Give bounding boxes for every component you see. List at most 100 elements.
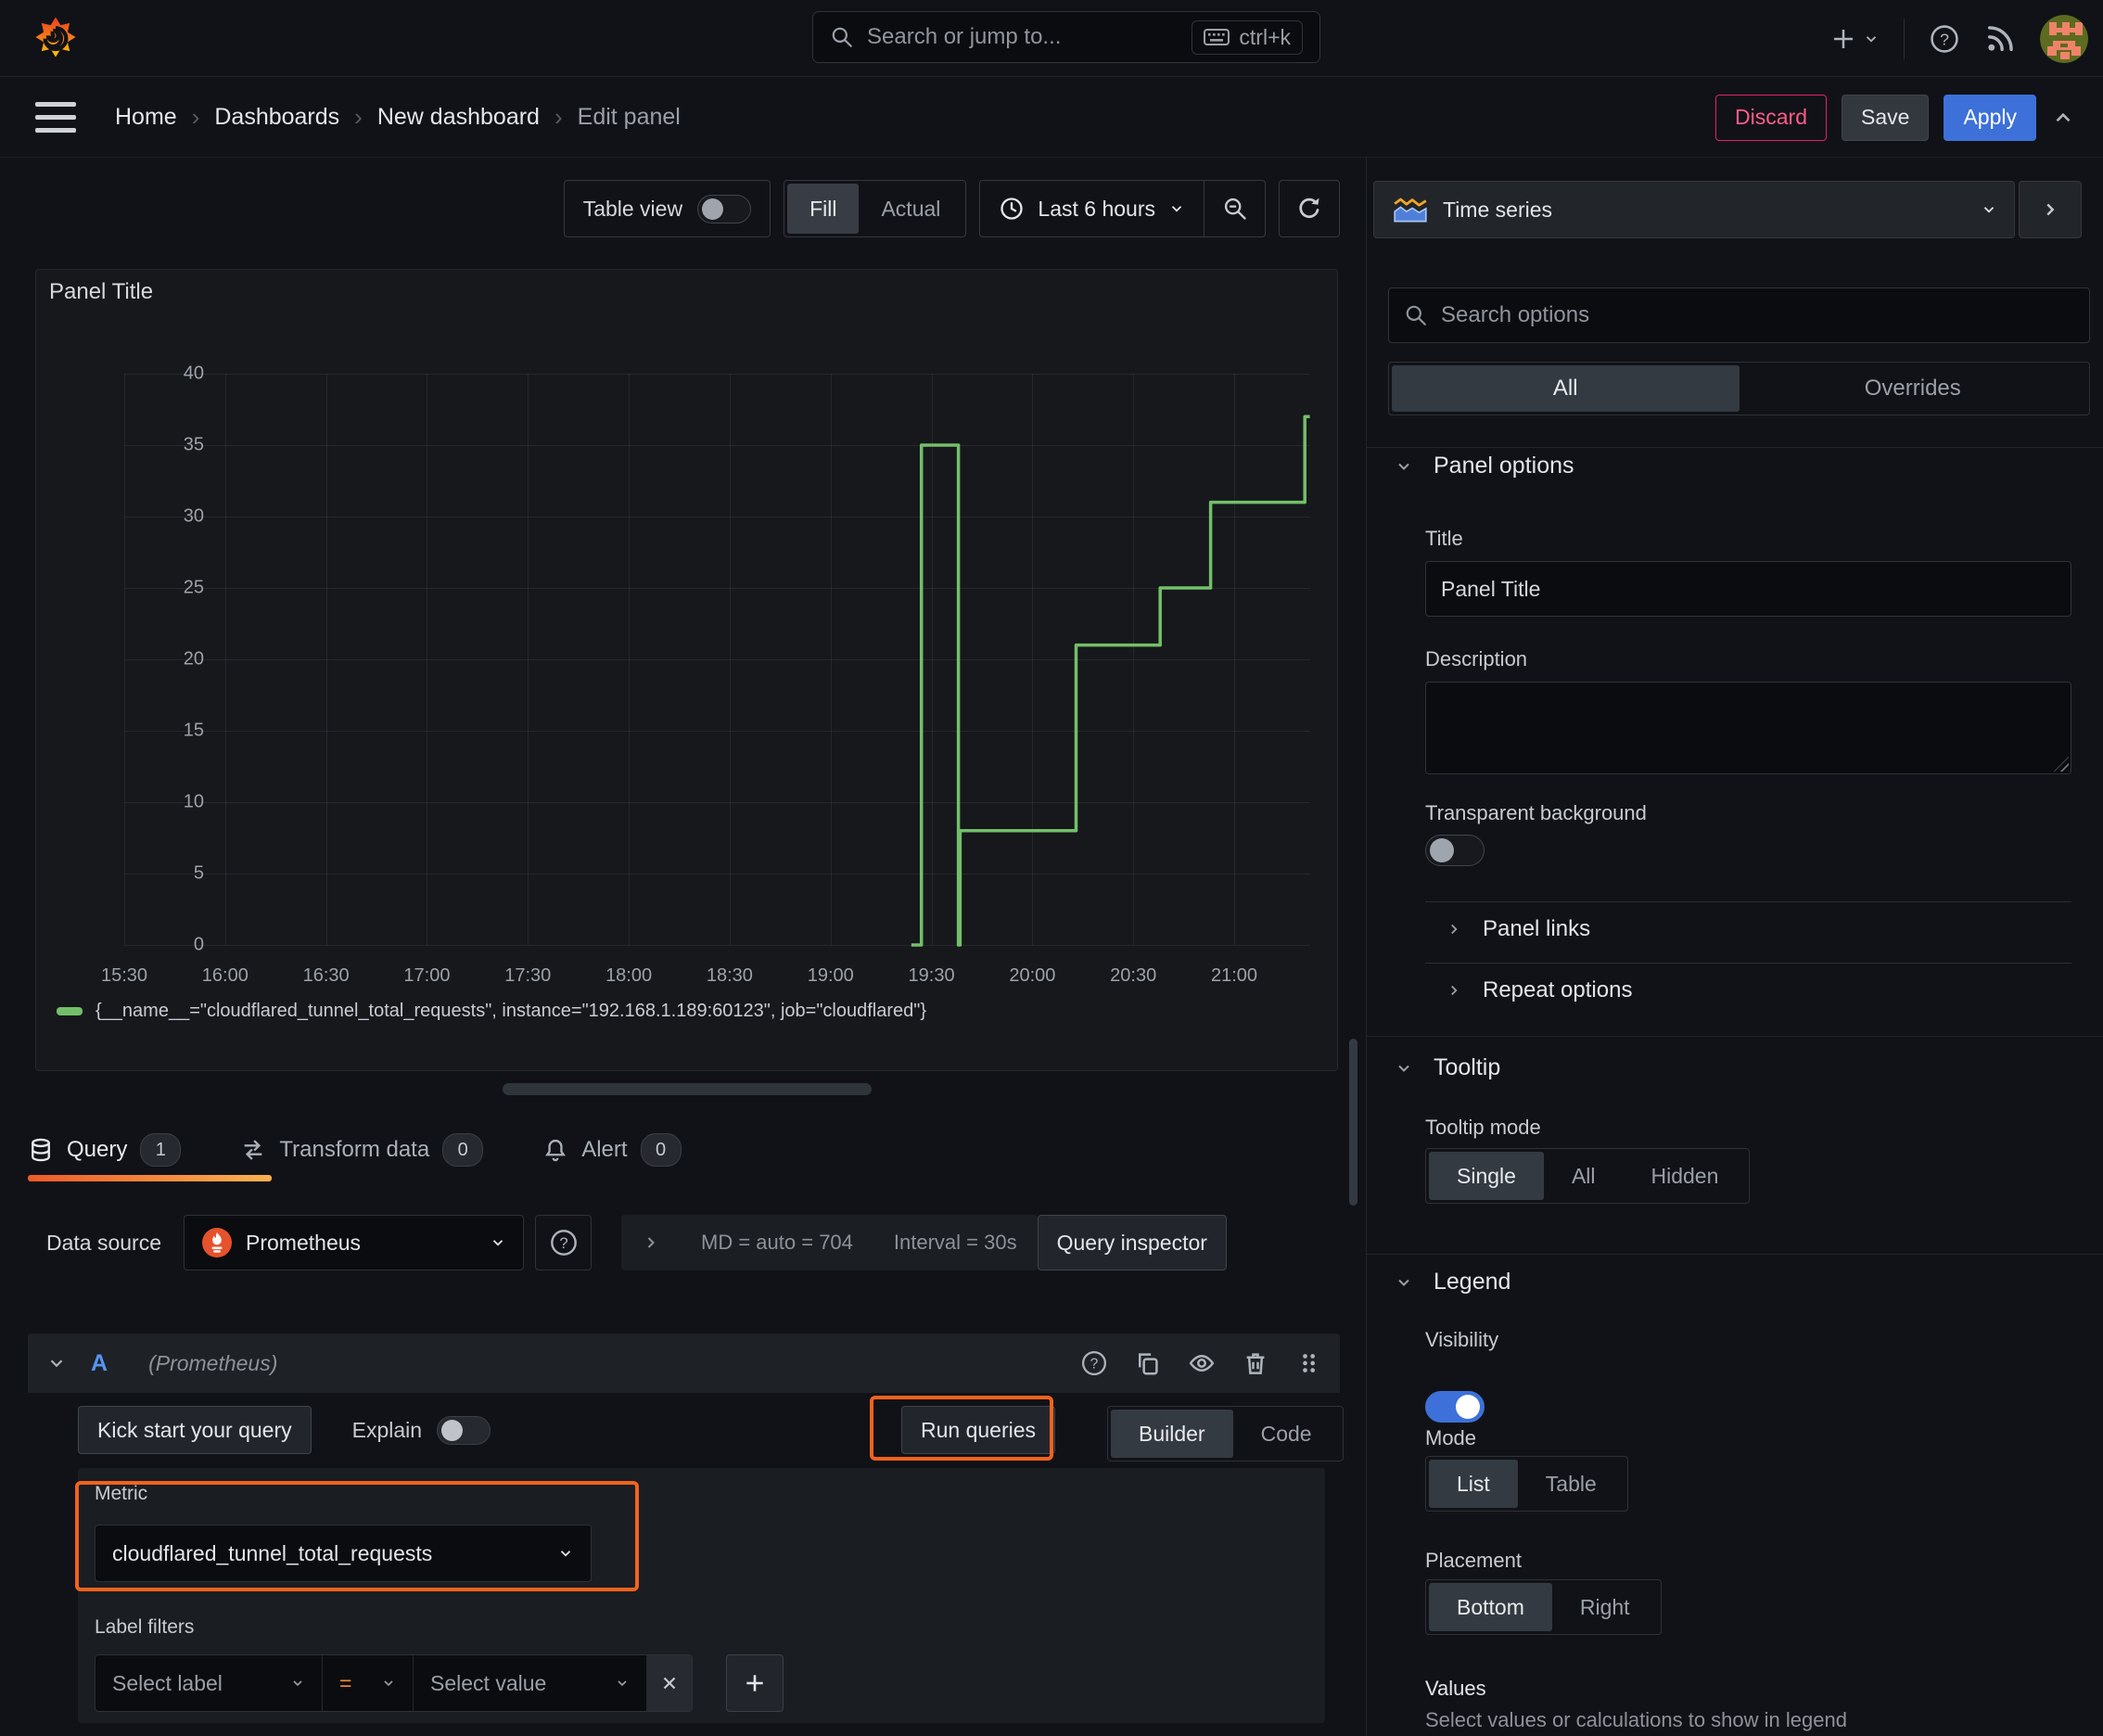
description-textarea[interactable] bbox=[1425, 682, 2071, 774]
refresh-icon bbox=[1299, 198, 1319, 219]
panel-options-section-header[interactable]: Panel options bbox=[1395, 453, 1574, 479]
options-search-input[interactable] bbox=[1441, 302, 2074, 328]
save-button[interactable]: Save bbox=[1842, 94, 1930, 141]
chevron-down-icon bbox=[1398, 1279, 1409, 1286]
panel-links-section-header[interactable]: Panel links bbox=[1446, 916, 1590, 942]
chevron-down-icon bbox=[1171, 206, 1182, 212]
top-nav-actions: ? bbox=[1829, 0, 2088, 77]
new-menu-button[interactable] bbox=[1829, 25, 1880, 53]
toggle-options-pane-button[interactable] bbox=[2019, 181, 2082, 238]
query-inspector-button[interactable]: Query inspector bbox=[1037, 1215, 1227, 1270]
legend-placements-option-bottom[interactable]: Bottom bbox=[1429, 1583, 1552, 1631]
fill-actual-option-actual[interactable]: Actual bbox=[859, 184, 962, 234]
options-filter-tabs: All Overrides bbox=[1388, 362, 2090, 415]
select-value-dropdown[interactable]: Select value bbox=[414, 1655, 647, 1711]
x-axis-tick-label: 21:00 bbox=[1210, 965, 1258, 986]
zoom-out-button[interactable] bbox=[1204, 181, 1265, 236]
grafana-logo-icon[interactable] bbox=[32, 11, 80, 63]
query-options-strip[interactable]: MD = auto = 704 Interval = 30s bbox=[621, 1215, 1038, 1270]
global-search-input[interactable]: Search or jump to... ctrl+k bbox=[812, 11, 1320, 63]
builder-code-option-code[interactable]: Code bbox=[1233, 1410, 1340, 1458]
x-axis-tick-label: 17:00 bbox=[403, 965, 451, 986]
filter-tabs-option-all[interactable]: All bbox=[1392, 365, 1740, 412]
select-label-dropdown[interactable]: Select label bbox=[96, 1655, 323, 1711]
transform-icon bbox=[245, 1140, 262, 1160]
explain-toggle[interactable] bbox=[437, 1415, 491, 1445]
x-axis-tick-label: 20:00 bbox=[1009, 965, 1056, 986]
breadcrumb-item[interactable]: New dashboard bbox=[377, 104, 540, 131]
query-row-header[interactable]: A (Prometheus) ? bbox=[28, 1334, 1340, 1393]
eye-icon bbox=[1189, 1354, 1215, 1372]
breadcrumb-item[interactable]: Home bbox=[115, 104, 177, 131]
keyboard-icon bbox=[1204, 28, 1230, 46]
time-series-plot[interactable]: 0 5 10 15 20 25 30 35 40 15:30 16:00 16:30 17:00 17:3… bbox=[101, 364, 1310, 986]
tab-alert[interactable]: Alert 0 bbox=[542, 1133, 682, 1167]
news-button[interactable] bbox=[1984, 23, 2016, 55]
time-range-label: Last 6 hours bbox=[1038, 196, 1155, 221]
scrollbar-thumb[interactable] bbox=[1349, 1039, 1357, 1206]
menu-toggle-button[interactable] bbox=[35, 102, 76, 133]
legend-placement-label: Placement bbox=[1425, 1549, 1522, 1572]
legend-visibility-toggle[interactable] bbox=[1425, 1391, 1485, 1423]
breadcrumb-bar: Home › Dashboards › New dashboard › Edit panel… bbox=[0, 78, 2103, 158]
tab-transform-data[interactable]: Transform data 0 bbox=[240, 1133, 484, 1167]
help-button[interactable]: ? bbox=[1929, 23, 1960, 55]
collapse-header-button[interactable] bbox=[2051, 106, 2075, 130]
query-row-actions: ? bbox=[1080, 1349, 1321, 1377]
datasource-select[interactable]: Prometheus bbox=[184, 1215, 525, 1270]
legend-placements-option-right[interactable]: Right bbox=[1552, 1583, 1658, 1631]
top-nav: Search or jump to... ctrl+k ? bbox=[0, 0, 2103, 77]
tooltip-modes-option-single[interactable]: Single bbox=[1429, 1152, 1544, 1200]
remove-filter-button[interactable] bbox=[647, 1655, 692, 1711]
panel-title-input[interactable] bbox=[1425, 561, 2071, 617]
chevron-down-icon bbox=[560, 1551, 571, 1557]
x-axis-tick-label: 18:00 bbox=[605, 965, 653, 986]
fill-actual-option-fill[interactable]: Fill bbox=[787, 184, 860, 234]
legend-modes-option-table[interactable]: Table bbox=[1518, 1460, 1625, 1508]
repeat-options-section-header[interactable]: Repeat options bbox=[1446, 977, 1632, 1003]
user-avatar[interactable] bbox=[2040, 14, 2088, 63]
panel-resize-handle[interactable] bbox=[503, 1083, 872, 1095]
operator-dropdown[interactable]: = bbox=[323, 1655, 414, 1711]
datasource-help-button[interactable]: ? bbox=[535, 1215, 593, 1270]
query-help-button[interactable]: ? bbox=[1080, 1349, 1108, 1377]
transparent-background-toggle[interactable] bbox=[1425, 835, 1485, 866]
kickstart-query-button[interactable]: Kick start your query bbox=[78, 1406, 312, 1454]
gridline-y bbox=[124, 945, 1310, 946]
refresh-button[interactable] bbox=[1279, 180, 1340, 237]
options-search[interactable] bbox=[1388, 287, 2090, 343]
breadcrumb-item[interactable]: Dashboards bbox=[214, 104, 339, 131]
duplicate-query-button[interactable] bbox=[1134, 1349, 1162, 1377]
search-icon bbox=[1404, 303, 1428, 327]
chevron-right-icon bbox=[1451, 924, 1458, 935]
drag-handle[interactable] bbox=[1295, 1349, 1321, 1377]
breadcrumb-item[interactable]: Edit panel bbox=[578, 104, 681, 131]
table-view-toggle[interactable] bbox=[697, 194, 752, 223]
run-queries-button[interactable]: Run queries bbox=[901, 1406, 1056, 1454]
delete-query-button[interactable] bbox=[1242, 1349, 1269, 1377]
time-range-button[interactable]: Last 6 hours bbox=[980, 196, 1204, 222]
tooltip-section-header[interactable]: Tooltip bbox=[1395, 1054, 1500, 1081]
legend-series-swatch bbox=[57, 1007, 83, 1015]
tooltip-modes-option-all[interactable]: All bbox=[1544, 1152, 1624, 1200]
legend-modes-option-list[interactable]: List bbox=[1429, 1460, 1518, 1508]
close-icon bbox=[663, 1677, 676, 1690]
filter-tabs-option-overrides[interactable]: Overrides bbox=[1740, 365, 2087, 412]
legend-values-label: Values bbox=[1425, 1677, 1486, 1700]
tab-query[interactable]: Query 1 bbox=[28, 1133, 182, 1167]
builder-code-option-builder[interactable]: Builder bbox=[1111, 1410, 1233, 1458]
hide-query-button[interactable] bbox=[1188, 1349, 1216, 1377]
divider bbox=[1425, 901, 2071, 902]
add-filter-button[interactable] bbox=[726, 1654, 784, 1712]
metric-select[interactable]: cloudflared_tunnel_total_requests bbox=[95, 1525, 592, 1582]
operator-value: = bbox=[339, 1670, 352, 1695]
legend-section-header[interactable]: Legend bbox=[1395, 1269, 1510, 1296]
chart-legend[interactable]: {__name__="cloudflared_tunnel_total_requ… bbox=[57, 1001, 926, 1022]
query-builder-editor: Metric cloudflared_tunnel_total_requests… bbox=[78, 1468, 1325, 1723]
trash-icon bbox=[1246, 1353, 1265, 1374]
tooltip-modes-option-hidden[interactable]: Hidden bbox=[1624, 1152, 1747, 1200]
discard-button[interactable]: Discard bbox=[1715, 94, 1828, 141]
select-label-placeholder: Select label bbox=[112, 1670, 223, 1695]
apply-button[interactable]: Apply bbox=[1944, 94, 2036, 141]
visualization-select[interactable]: Time series bbox=[1373, 181, 2015, 238]
